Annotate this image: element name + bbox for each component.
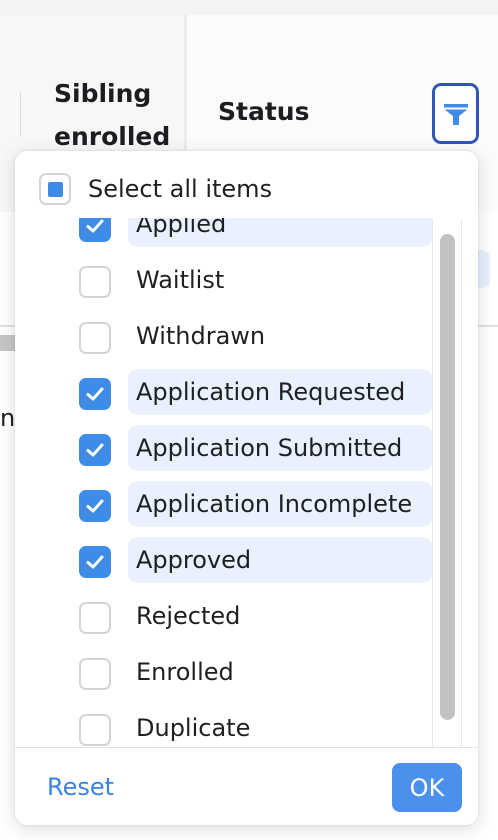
checkmark-icon bbox=[86, 219, 104, 233]
select-all-row[interactable]: Select all items bbox=[39, 172, 272, 206]
option-label: Applied bbox=[136, 218, 227, 238]
option-checkbox[interactable] bbox=[79, 434, 111, 466]
option-label: Enrolled bbox=[136, 658, 234, 686]
checkmark-icon bbox=[86, 387, 104, 401]
list-item[interactable]: Duplicate bbox=[15, 701, 435, 748]
list-item[interactable]: Application Submitted bbox=[15, 421, 435, 477]
option-label: Approved bbox=[136, 546, 252, 574]
option-checkbox[interactable] bbox=[79, 602, 111, 634]
option-label: Rejected bbox=[136, 602, 241, 630]
list-item[interactable]: Waitlist bbox=[15, 253, 435, 309]
status-filter-button[interactable] bbox=[432, 83, 479, 144]
column-header-sibling-enrolled[interactable]: Sibling enrolled bbox=[54, 72, 184, 158]
top-strip bbox=[0, 0, 498, 15]
table-cell-text: nc bbox=[0, 404, 14, 432]
option-label: Application Submitted bbox=[136, 434, 403, 462]
list-item[interactable]: Application Incomplete bbox=[15, 477, 435, 533]
option-checkbox[interactable] bbox=[79, 322, 111, 354]
indeterminate-mark bbox=[47, 181, 63, 197]
option-checkbox[interactable] bbox=[79, 266, 111, 298]
option-label: Waitlist bbox=[136, 266, 225, 294]
option-checkbox[interactable] bbox=[79, 378, 111, 410]
option-label: Duplicate bbox=[136, 714, 251, 742]
checkmark-icon bbox=[86, 443, 104, 457]
list-item[interactable]: Withdrawn bbox=[15, 309, 435, 365]
checkmark-icon bbox=[86, 499, 104, 513]
filter-funnel-icon bbox=[443, 103, 468, 125]
status-option-list: Applied Waitlist Withdrawn Application Requ… bbox=[15, 218, 478, 748]
option-label: Application Incomplete bbox=[136, 490, 413, 518]
option-label: Withdrawn bbox=[136, 322, 266, 350]
list-item[interactable]: Enrolled bbox=[15, 645, 435, 701]
option-checkbox[interactable] bbox=[79, 658, 111, 690]
column-separator bbox=[20, 92, 21, 136]
list-scrollbar-thumb[interactable] bbox=[440, 234, 455, 720]
list-item[interactable]: Approved bbox=[15, 533, 435, 589]
list-item[interactable]: Applied bbox=[15, 218, 435, 253]
reset-button[interactable]: Reset bbox=[47, 767, 114, 807]
select-all-checkbox[interactable] bbox=[39, 173, 71, 205]
table-scrollbar-stub[interactable] bbox=[0, 335, 16, 351]
column-header-status[interactable]: Status bbox=[218, 92, 309, 132]
list-item[interactable]: Rejected bbox=[15, 589, 435, 645]
option-checkbox[interactable] bbox=[79, 714, 111, 746]
checkmark-icon bbox=[86, 555, 104, 569]
option-label: Application Requested bbox=[136, 378, 406, 406]
list-item[interactable]: Application Requested bbox=[15, 365, 435, 421]
option-checkbox[interactable] bbox=[79, 490, 111, 522]
ok-button[interactable]: OK bbox=[392, 763, 462, 812]
select-all-label: Select all items bbox=[88, 175, 273, 203]
status-filter-popup: Select all items Applied Waitlist Withdraw… bbox=[15, 151, 478, 825]
option-checkbox[interactable] bbox=[79, 218, 111, 242]
footer-divider bbox=[15, 747, 478, 748]
option-checkbox[interactable] bbox=[79, 546, 111, 578]
